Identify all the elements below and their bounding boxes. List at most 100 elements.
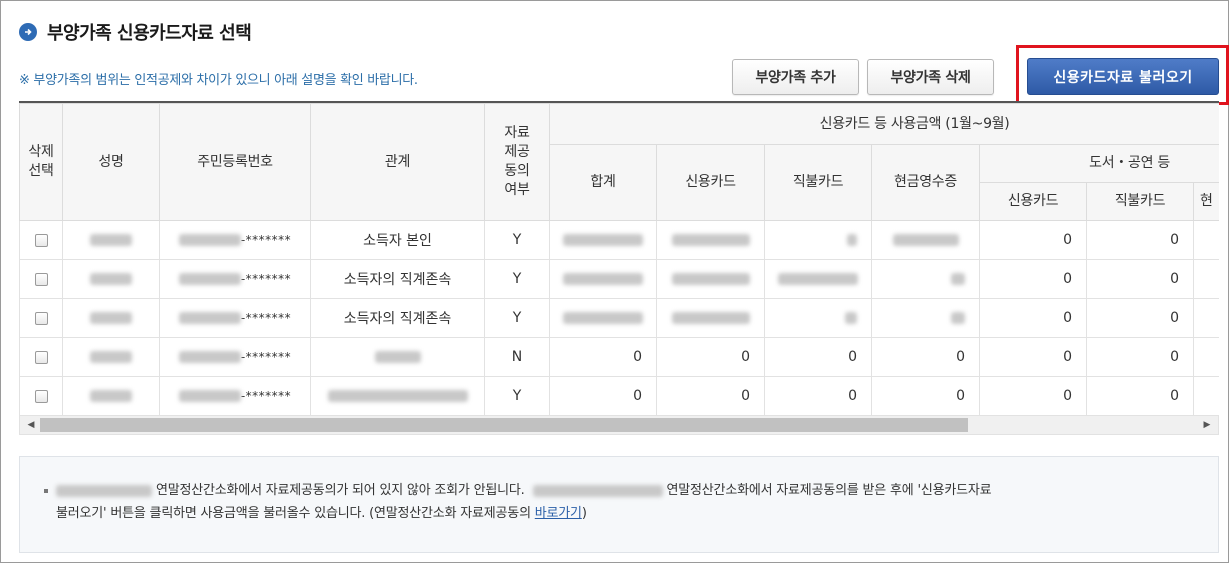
header-name: 성명 [62,103,160,221]
arrow-circle-icon [19,23,37,41]
redacted-credit [671,234,750,246]
page-title: 부양가족 신용카드자료 선택 [47,23,252,44]
delete-checkbox[interactable] [34,233,48,247]
consent-cell: Y [484,298,550,338]
load-credit-card-data-button[interactable]: 신용카드자료 불러오기 [1027,58,1219,95]
debit-cell: 0 [764,337,872,377]
header-books-credit: 신용카드 [979,182,1087,221]
redacted-debit [778,273,858,285]
redacted-names [532,484,663,497]
redacted-credit [671,273,750,285]
dependent-range-notice: ※ 부양가족의 범위는 인적공제와 차이가 있으니 아래 설명을 확인 바랍니다… [19,73,418,88]
credit-cell: 0 [656,376,765,416]
header-relation: 관계 [310,103,485,221]
header-books-debit: 직불카드 [1086,182,1194,221]
header-usage-group: 신용카드 등 사용금액 (1월~9월) [548,103,1219,145]
redacted-resident-prefix [178,351,241,363]
header-cash-receipt: 현금영수증 [871,144,980,221]
header-books-group: 도서・공연 등 [978,144,1219,183]
table-row: -******* 소득자 본인 Y 0 0 [19,220,1219,260]
header-total: 합계 [549,144,657,221]
relation-cell: 소득자 본인 [310,220,485,260]
cash-cell: 0 [871,376,980,416]
delete-checkbox[interactable] [34,311,48,325]
scroll-left-icon[interactable]: ◀ [22,416,40,434]
header-delete-select-label: 삭제 선택 [28,144,54,179]
dialog-frame: 부양가족 신용카드자료 선택 ※ 부양가족의 범위는 인적공제와 차이가 있으니… [0,0,1229,563]
resident-suffix: -******* [240,389,292,403]
books-debit-cell: 0 [1086,376,1194,416]
redacted-cash [951,273,965,285]
info-box: 연말정산간소화에서 자료제공동의가 되어 있지 않아 조회가 안됩니다. 연말정… [19,456,1219,553]
books-credit-cell: 0 [979,220,1087,260]
redacted-debit [847,234,857,246]
cash-cell: 0 [871,337,980,377]
books-credit-cell: 0 [979,337,1087,377]
table-row: -******* Y 0 0 0 0 0 0 [19,376,1219,416]
info-text: 연말정산간소화에서 자료제공동의가 되어 있지 않아 조회가 안됩니다. 연말정… [46,479,1196,525]
books-debit-cell: 0 [1086,220,1194,260]
info-close-paren: ) [581,506,587,521]
dependents-table-container: 삭제 선택 성명 주민등록번호 관계 자료 제공 동의 여부 신용카드 등 사용… [19,101,1219,437]
add-dependent-button[interactable]: 부양가족 추가 [732,59,859,95]
delete-checkbox[interactable] [34,389,48,403]
redacted-name [90,273,132,285]
header-delete-select: 삭제 선택 [19,103,63,221]
redacted-debit [845,312,857,324]
redacted-resident-prefix [178,312,241,324]
redacted-resident-prefix [178,390,241,402]
total-cell: 0 [549,337,657,377]
redacted-name [90,351,132,363]
relation-cell: 소득자의 직계존속 [310,259,485,299]
delete-checkbox[interactable] [34,272,48,286]
debit-cell: 0 [764,376,872,416]
redacted-cash [951,312,965,324]
info-part2: 연말정산간소화에서 자료제공동의를 받은 후에 '신용카드자료 [666,483,992,498]
resident-suffix: -******* [240,233,292,247]
consent-cell: Y [484,259,550,299]
books-debit-cell: 0 [1086,298,1194,338]
delete-dependent-button[interactable]: 부양가족 삭제 [867,59,994,95]
info-part3: 불러오기' 버튼을 클릭하면 사용금액을 불러올수 있습니다. (연말정산간소화… [56,506,531,521]
relation-cell: 소득자의 직계존속 [310,298,485,338]
books-debit-cell: 0 [1086,259,1194,299]
redacted-credit [671,312,750,324]
dependents-table: 삭제 선택 성명 주민등록번호 관계 자료 제공 동의 여부 신용카드 등 사용… [19,103,1219,416]
books-credit-cell: 0 [979,298,1087,338]
redacted-total [563,312,643,324]
redacted-resident-prefix [178,273,241,285]
table-row: -******* 소득자의 직계존속 Y 0 0 [19,259,1219,299]
header-consent: 자료 제공 동의 여부 [484,103,550,221]
resident-suffix: -******* [240,350,292,364]
redacted-resident-prefix [178,234,241,246]
redacted-name [90,312,132,324]
scroll-thumb[interactable] [40,418,968,432]
redacted-total [563,234,643,246]
credit-cell: 0 [656,337,765,377]
table-row: -******* N 0 0 0 0 0 0 [19,337,1219,377]
resident-suffix: -******* [240,311,292,325]
header-debit-card: 직불카드 [764,144,872,221]
redacted-total [563,273,643,285]
header-consent-label: 자료 제공 동의 여부 [504,125,530,198]
section-title: 부양가족 신용카드자료 선택 [19,19,252,45]
header-resident-no: 주민등록번호 [159,103,311,221]
redacted-name [90,390,132,402]
consent-cell: N [484,337,550,377]
books-credit-cell: 0 [979,376,1087,416]
horizontal-scrollbar[interactable]: ◀ ▶ [19,415,1219,435]
scroll-right-icon[interactable]: ▶ [1198,416,1216,434]
info-part1: 연말정산간소화에서 자료제공동의가 되어 있지 않아 조회가 안됩니다. [156,483,525,498]
redacted-relation [374,351,421,363]
shortcut-link[interactable]: 바로가기 [535,506,582,521]
redacted-names [56,484,152,497]
table-row: -******* 소득자의 직계존속 Y 0 0 [19,298,1219,338]
total-cell: 0 [549,376,657,416]
redacted-name [90,234,132,246]
redacted-cash [892,234,959,246]
books-credit-cell: 0 [979,259,1087,299]
delete-checkbox[interactable] [34,350,48,364]
redacted-relation [327,390,468,402]
consent-cell: Y [484,220,550,260]
consent-cell: Y [484,376,550,416]
